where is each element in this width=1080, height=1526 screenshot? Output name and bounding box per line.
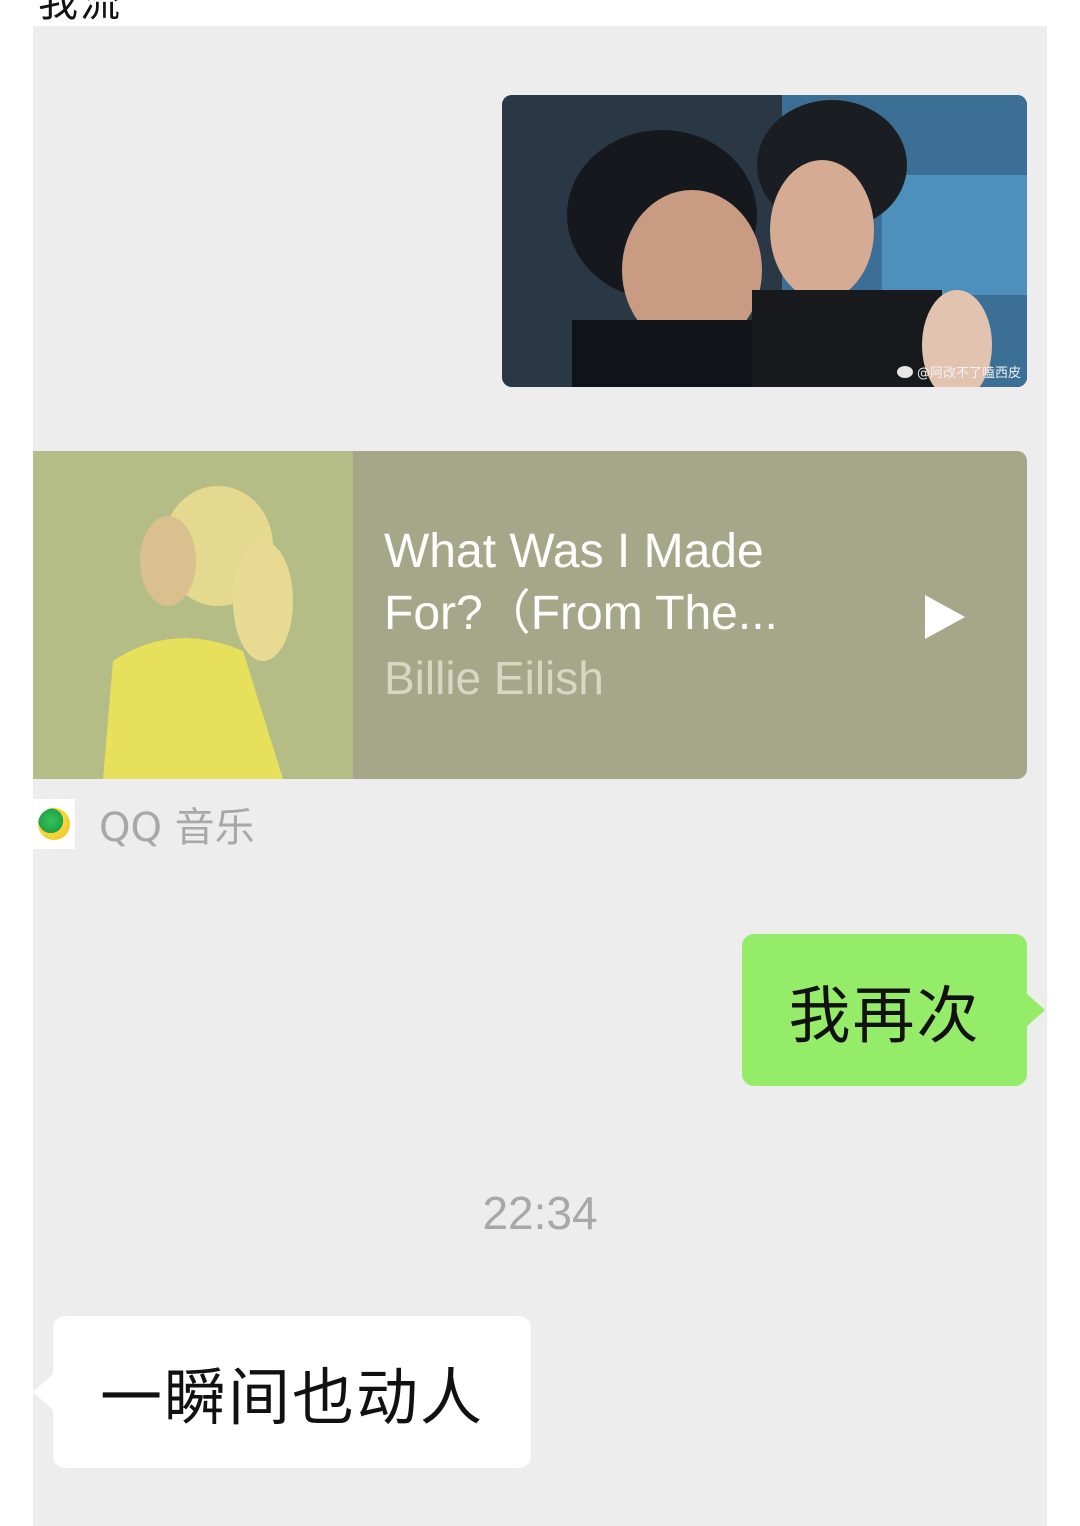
received-message-bubble[interactable]: 一瞬间也动人 (33, 1316, 531, 1468)
message-timestamp: 22:34 (482, 1187, 598, 1239)
top-cutoff-strip: 我流 (0, 0, 1080, 26)
qq-music-logo-icon (33, 799, 75, 849)
watermark-text: @阿改不了嗑西皮 (916, 366, 1021, 381)
sent-message-bubble[interactable]: 我再次 (742, 934, 1045, 1086)
music-source-row: QQ 音乐 (33, 796, 255, 852)
album-art (33, 451, 353, 779)
photo-watermark: @阿改不了嗑西皮 (896, 362, 1021, 381)
weibo-icon (896, 365, 913, 378)
photo-image (502, 95, 1027, 387)
received-message-text: 一瞬间也动人 (99, 1361, 484, 1434)
play-icon[interactable] (925, 595, 965, 639)
song-artist: Billie Eilish (384, 652, 604, 704)
photo-message[interactable]: @阿改不了嗑西皮 (502, 95, 1027, 387)
album-art-image (33, 451, 353, 779)
song-title: What Was I Made For?（From The... (384, 525, 778, 640)
sent-message-text: 我再次 (788, 979, 981, 1052)
cutoff-text: 我流 (38, 0, 122, 26)
chat-area[interactable]: @阿改不了嗑西皮 What Was I Made For?（From The..… (33, 26, 1047, 1526)
music-source-label: QQ 音乐 (99, 805, 255, 851)
music-share-card[interactable]: What Was I Made For?（From The... Billie … (33, 451, 1027, 779)
